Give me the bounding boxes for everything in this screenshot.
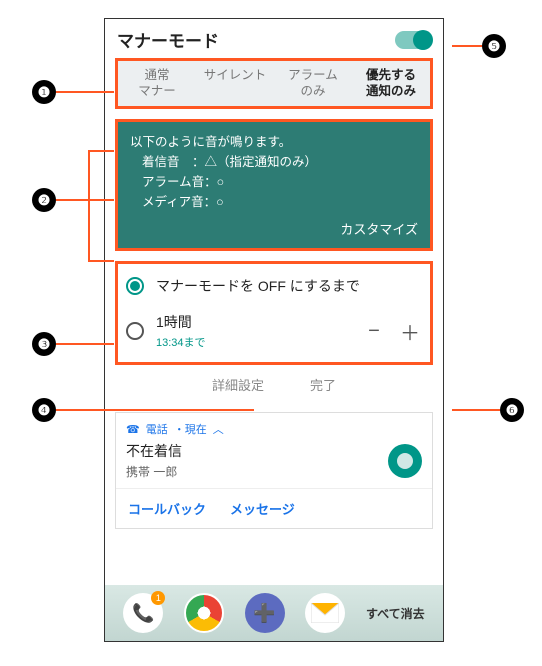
- notification-card[interactable]: ☎ 電話 ・現在 ︿ 不在着信 携帯 一郎 コールバック メッセージ: [115, 412, 433, 529]
- decrease-button[interactable]: −: [362, 320, 386, 343]
- notification-title: 不在着信: [126, 441, 388, 461]
- callout-2: ❷: [32, 188, 56, 212]
- dock: 📞 1 ➕ すべて消去: [105, 585, 443, 641]
- callout-1: ❶: [32, 80, 56, 104]
- mode-tabs: 通常 マナー サイレント アラーム のみ 優先する 通知のみ: [115, 58, 433, 109]
- dialer-icon[interactable]: 📞 1: [123, 593, 163, 633]
- notification-time: ・現在: [174, 421, 207, 437]
- customize-button[interactable]: カスタマイズ: [130, 220, 418, 241]
- info-panel-wrap: 以下のように音が鳴ります。 着信音 ：△（指定通知のみ） アラーム音：○ メディ…: [115, 119, 433, 252]
- increase-button[interactable]: ＋: [398, 317, 422, 346]
- info-ringtone: 着信音 ：△（指定通知のみ）: [142, 152, 418, 172]
- badge: 1: [151, 591, 165, 605]
- callout-4: ❹: [32, 398, 56, 422]
- clear-all-button[interactable]: すべて消去: [366, 605, 425, 622]
- messaging-icon[interactable]: ➕: [245, 593, 285, 633]
- notification-app-name: 電話: [146, 421, 168, 437]
- info-alarm: アラーム音：○: [142, 172, 418, 192]
- info-panel: 以下のように音が鳴ります。 着信音 ：△（指定通知のみ） アラーム音：○ メディ…: [118, 122, 430, 249]
- done-button[interactable]: 完了: [310, 375, 336, 394]
- email-icon[interactable]: [305, 593, 345, 633]
- page-title: マナーモード: [117, 27, 219, 52]
- chevron-up-icon[interactable]: ︿: [213, 421, 224, 437]
- tab-alarm-only[interactable]: アラーム のみ: [274, 61, 352, 106]
- tab-normal[interactable]: 通常 マナー: [118, 61, 196, 106]
- notification-subtitle: 携帯 一郎: [126, 463, 388, 480]
- phone-screen: マナーモード 通常 マナー サイレント アラーム のみ 優先する 通知のみ 以下…: [104, 18, 444, 642]
- message-button[interactable]: メッセージ: [230, 499, 295, 518]
- chrome-icon[interactable]: [184, 593, 224, 633]
- manner-mode-toggle[interactable]: [395, 31, 431, 49]
- person-icon: [397, 453, 413, 469]
- callout-5: ❺: [482, 34, 506, 58]
- radio-1hour[interactable]: 1時間 13:34まで − ＋: [126, 304, 422, 358]
- avatar: [388, 444, 422, 478]
- callout-6: ❻: [500, 398, 524, 422]
- header: マナーモード: [105, 19, 443, 58]
- toggle-knob: [413, 30, 433, 50]
- tab-silent[interactable]: サイレント: [196, 61, 274, 106]
- duration-panel: マナーモードを OFF にするまで 1時間 13:34まで − ＋: [115, 261, 433, 365]
- radio-until-off[interactable]: マナーモードを OFF にするまで: [126, 268, 422, 304]
- radio-icon: [126, 277, 144, 295]
- advanced-settings-button[interactable]: 詳細設定: [212, 375, 264, 394]
- callback-button[interactable]: コールバック: [128, 499, 206, 518]
- radio-icon: [126, 322, 144, 340]
- info-media: メディア音：○: [142, 192, 418, 212]
- radio-label: 1時間 13:34まで: [156, 312, 350, 350]
- callout-3: ❸: [32, 332, 56, 356]
- radio-label: マナーモードを OFF にするまで: [156, 276, 422, 296]
- info-heading: 以下のように音が鳴ります。: [130, 132, 418, 152]
- tab-priority-only[interactable]: 優先する 通知のみ: [352, 61, 430, 106]
- phone-app-icon: ☎: [126, 423, 140, 436]
